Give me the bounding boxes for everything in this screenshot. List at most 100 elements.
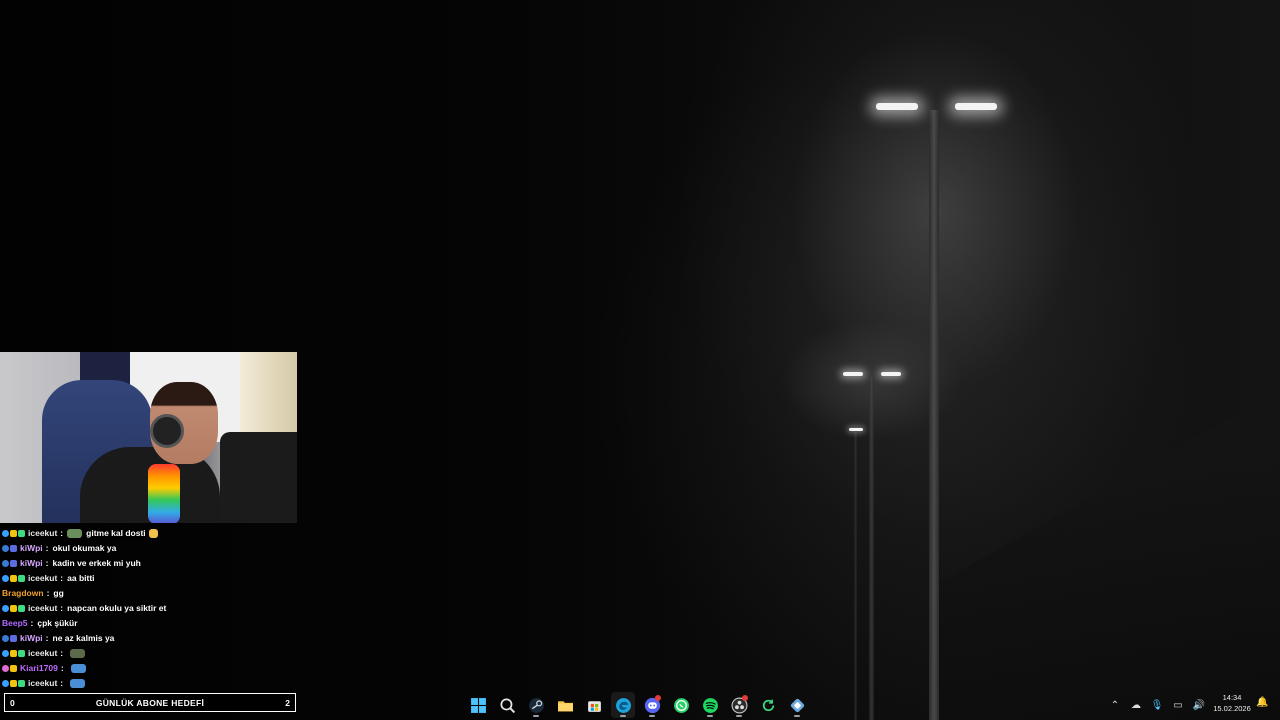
wallpaper-lamp-pole <box>869 377 874 720</box>
wallpaper-lamp-pole <box>854 432 857 720</box>
wallpaper-lamp-pole <box>929 110 939 720</box>
chat-emote-icon <box>148 529 158 538</box>
running-indicator <box>707 715 713 717</box>
chat-badges <box>2 545 17 552</box>
chat-username: iceekut <box>28 678 58 688</box>
taskbar-microsoft-store-button[interactable] <box>582 692 606 718</box>
taskbar-obs-button[interactable] <box>727 692 751 718</box>
edge-icon <box>615 697 632 714</box>
chat-separator: : <box>60 573 64 583</box>
chat-message: iceekut: aa bitti <box>2 571 298 586</box>
chat-badge-icon <box>10 665 17 672</box>
chat-badge-icon <box>10 605 17 612</box>
chat-badge-icon <box>10 650 17 657</box>
chat-separator: : <box>60 603 64 613</box>
taskbar-apps <box>466 690 809 720</box>
chat-badges <box>2 605 25 612</box>
chat-badge-icon <box>10 575 17 582</box>
webcam-monitor <box>220 432 297 523</box>
chat-badge-icon <box>10 545 17 552</box>
webcam-feed <box>0 352 297 523</box>
store-icon <box>586 697 603 714</box>
chat-separator: : <box>60 528 64 538</box>
taskbar-edge-button[interactable] <box>611 692 635 718</box>
chat-username: kiWpi <box>20 633 43 643</box>
chat-message: Kiari1709: <box>2 661 298 676</box>
chat-badges <box>2 665 17 672</box>
monitor-icon[interactable]: ▭ <box>1171 700 1185 711</box>
taskbar-search-button[interactable] <box>495 692 519 718</box>
chat-badge-icon <box>10 530 17 537</box>
taskbar-steam-button[interactable] <box>524 692 548 718</box>
chat-badges <box>2 650 25 657</box>
cloud-icon[interactable]: ☁ <box>1129 700 1143 711</box>
chat-username: Beep5 <box>2 618 28 628</box>
chat-badges <box>2 680 25 687</box>
steam-icon <box>528 697 545 714</box>
taskbar: ⌃ ☁ 🎙 ▭ 🔊 <box>0 690 1280 720</box>
chat-separator: : <box>45 633 49 643</box>
chat-overlay: iceekut: gitme kal dosti kiWpi: okul okumak… <box>2 526 298 691</box>
chat-message: Bragdown: gg <box>2 586 298 601</box>
running-indicator <box>533 715 539 717</box>
chat-username: kiWpi <box>20 543 43 553</box>
running-indicator <box>794 715 800 717</box>
chat-message: kiWpi: okul okumak ya <box>2 541 298 556</box>
chat-username: iceekut <box>28 603 58 613</box>
chevron-up-icon[interactable]: ⌃ <box>1108 700 1122 711</box>
chat-username: kiWpi <box>20 558 43 568</box>
chat-message: kiWpi: ne az kalmis ya <box>2 631 298 646</box>
chat-badge-icon <box>2 605 9 612</box>
chat-badge-icon <box>2 530 9 537</box>
chat-badge-icon <box>2 635 9 642</box>
chat-text: kadin ve erkek mi yuh <box>52 558 141 568</box>
chat-message: kiWpi: kadin ve erkek mi yuh <box>2 556 298 571</box>
chat-separator: : <box>45 543 49 553</box>
spotify-icon <box>702 697 719 714</box>
chat-badges <box>2 635 17 642</box>
chat-badge-icon <box>10 680 17 687</box>
folder-icon <box>557 697 574 714</box>
chat-badge-icon <box>18 605 25 612</box>
notification-badge <box>655 695 661 701</box>
chat-message: Beep5: çpk şükür <box>2 616 298 631</box>
chat-separator: : <box>45 558 49 568</box>
notification-badge <box>742 695 748 701</box>
wallpaper-lamp-light <box>876 103 918 110</box>
chat-text: aa bitti <box>67 573 95 583</box>
chat-text: gitme kal dosti <box>86 528 146 538</box>
windows-icon <box>470 697 487 714</box>
chat-username: Kiari1709 <box>20 663 58 673</box>
microphone-icon[interactable]: 🎙 <box>1150 700 1164 711</box>
chat-message: iceekut: <box>2 676 298 691</box>
chat-badges <box>2 530 25 537</box>
running-indicator <box>736 715 742 717</box>
clock-time: 14:34 <box>1222 693 1242 702</box>
chat-badge-icon <box>2 575 9 582</box>
taskbar-clock[interactable]: 14:34 15.02.2026 <box>1206 692 1258 714</box>
volume-icon[interactable]: 🔊 <box>1192 700 1206 711</box>
taskbar-file-explorer-button[interactable] <box>553 692 577 718</box>
taskbar-network-app-button[interactable] <box>785 692 809 718</box>
taskbar-discord-button[interactable] <box>640 692 664 718</box>
taskbar-whatsapp-button[interactable] <box>669 692 693 718</box>
taskbar-refresh-app-button[interactable] <box>756 692 780 718</box>
wallpaper-lamp-light <box>843 372 863 376</box>
taskbar-start-button[interactable] <box>466 692 490 718</box>
chat-text: napcan okulu ya siktir et <box>67 603 167 613</box>
chat-emote-icon <box>70 649 86 658</box>
taskbar-spotify-button[interactable] <box>698 692 722 718</box>
chat-text: ne az kalmis ya <box>52 633 115 643</box>
chat-badge-icon <box>2 545 9 552</box>
notification-bell-icon[interactable]: 🔔 <box>1256 697 1268 711</box>
chat-badge-icon <box>18 650 25 657</box>
chat-separator: : <box>60 678 64 688</box>
clock-date: 15.02.2026 <box>1213 704 1251 713</box>
chat-badge-icon <box>2 560 9 567</box>
running-indicator <box>649 715 655 717</box>
wallpaper-lamp-light <box>881 372 901 376</box>
chat-message: iceekut: <box>2 646 298 661</box>
chat-separator: : <box>30 618 34 628</box>
chat-badges <box>2 560 17 567</box>
chat-badges <box>2 575 25 582</box>
